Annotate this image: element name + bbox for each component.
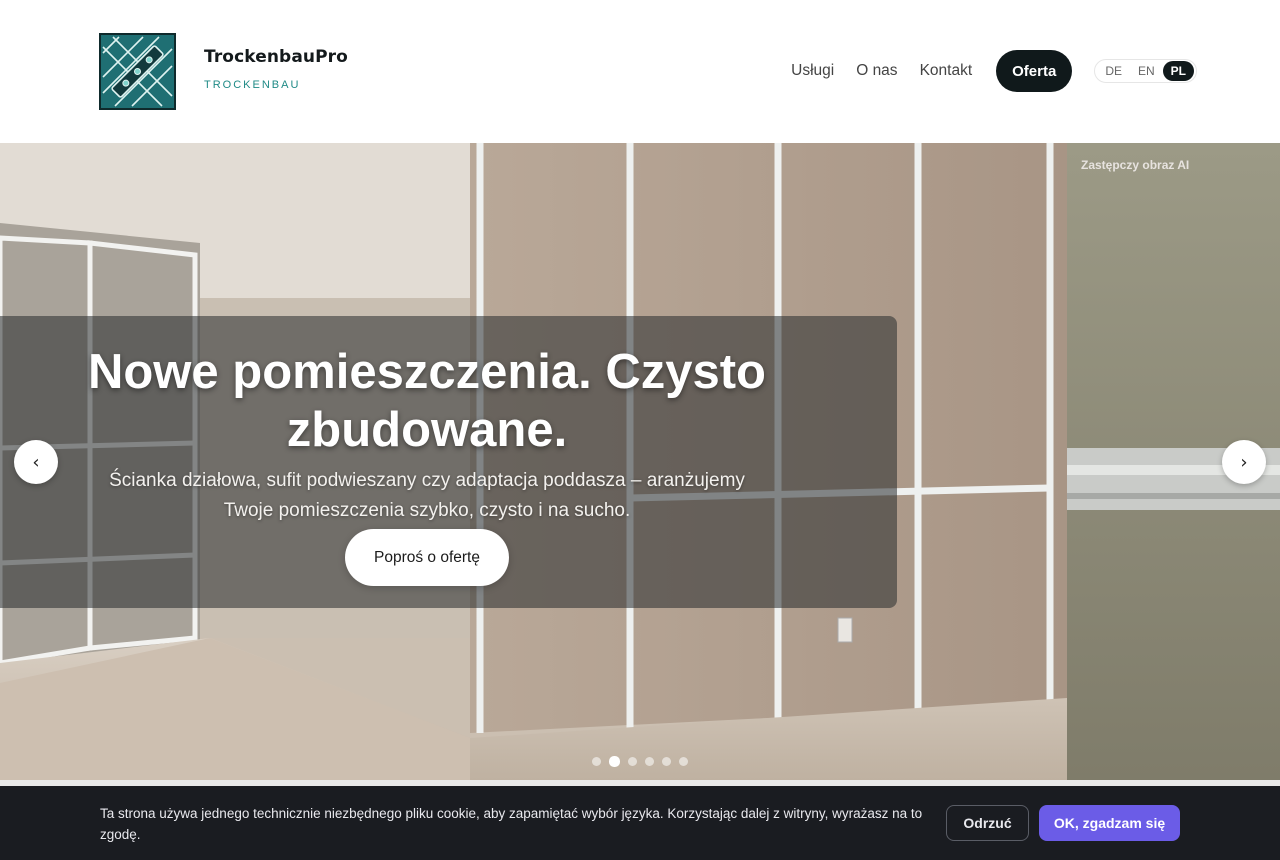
chevron-left-icon[interactable]: ‹ — [14, 440, 58, 484]
site-header: TrockenbauPro TROCKENBAU Usługi O nas Ko… — [0, 0, 1280, 143]
nav-link-services[interactable]: Usługi — [791, 62, 834, 80]
hero-subline: Ścianka działowa, sufit podwieszany czy … — [109, 470, 745, 521]
cookie-banner: Ta strona używa jednego technicznie niez… — [0, 786, 1280, 860]
hero-slider: Zastępczy obraz AI Nowe pomieszczenia. C… — [0, 143, 1280, 780]
slider-dot[interactable] — [609, 756, 620, 767]
slider-dots — [592, 756, 696, 767]
hero-headline: Nowe pomieszczenia. Czysto zbudowane. — [87, 345, 766, 457]
brand[interactable]: TrockenbauPro TROCKENBAU — [99, 33, 348, 110]
slider-dot[interactable] — [592, 757, 601, 766]
main-nav: Usługi O nas Kontakt Oferta DE EN PL — [791, 50, 1197, 92]
lang-en[interactable]: EN — [1130, 61, 1163, 81]
brand-subtitle: TROCKENBAU — [204, 79, 301, 91]
slider-dot[interactable] — [662, 757, 671, 766]
cookie-accept-button[interactable]: OK, zgadzam się — [1039, 805, 1180, 841]
brand-name: TrockenbauPro — [204, 47, 348, 67]
request-offer-button[interactable]: Poproś o ofertę — [345, 529, 509, 586]
slider-dot[interactable] — [679, 757, 688, 766]
lang-pl[interactable]: PL — [1162, 61, 1194, 81]
cookie-text: Ta strona używa jednego technicznie niez… — [100, 806, 923, 842]
brand-text: TrockenbauPro TROCKENBAU — [204, 47, 348, 91]
nav-link-about[interactable]: O nas — [856, 62, 897, 80]
cookie-decline-button[interactable]: Odrzuć — [946, 805, 1029, 841]
ai-placeholder-badge: Zastępczy obraz AI — [1081, 158, 1190, 172]
slider-dot[interactable] — [628, 757, 637, 766]
offer-button[interactable]: Oferta — [996, 50, 1073, 92]
lang-de[interactable]: DE — [1097, 61, 1130, 81]
level-tool-logo-icon — [99, 33, 176, 110]
language-switcher: DE EN PL — [1094, 59, 1197, 83]
nav-link-contact[interactable]: Kontakt — [920, 62, 973, 80]
chevron-right-icon[interactable]: › — [1222, 440, 1266, 484]
slider-dot[interactable] — [645, 757, 654, 766]
